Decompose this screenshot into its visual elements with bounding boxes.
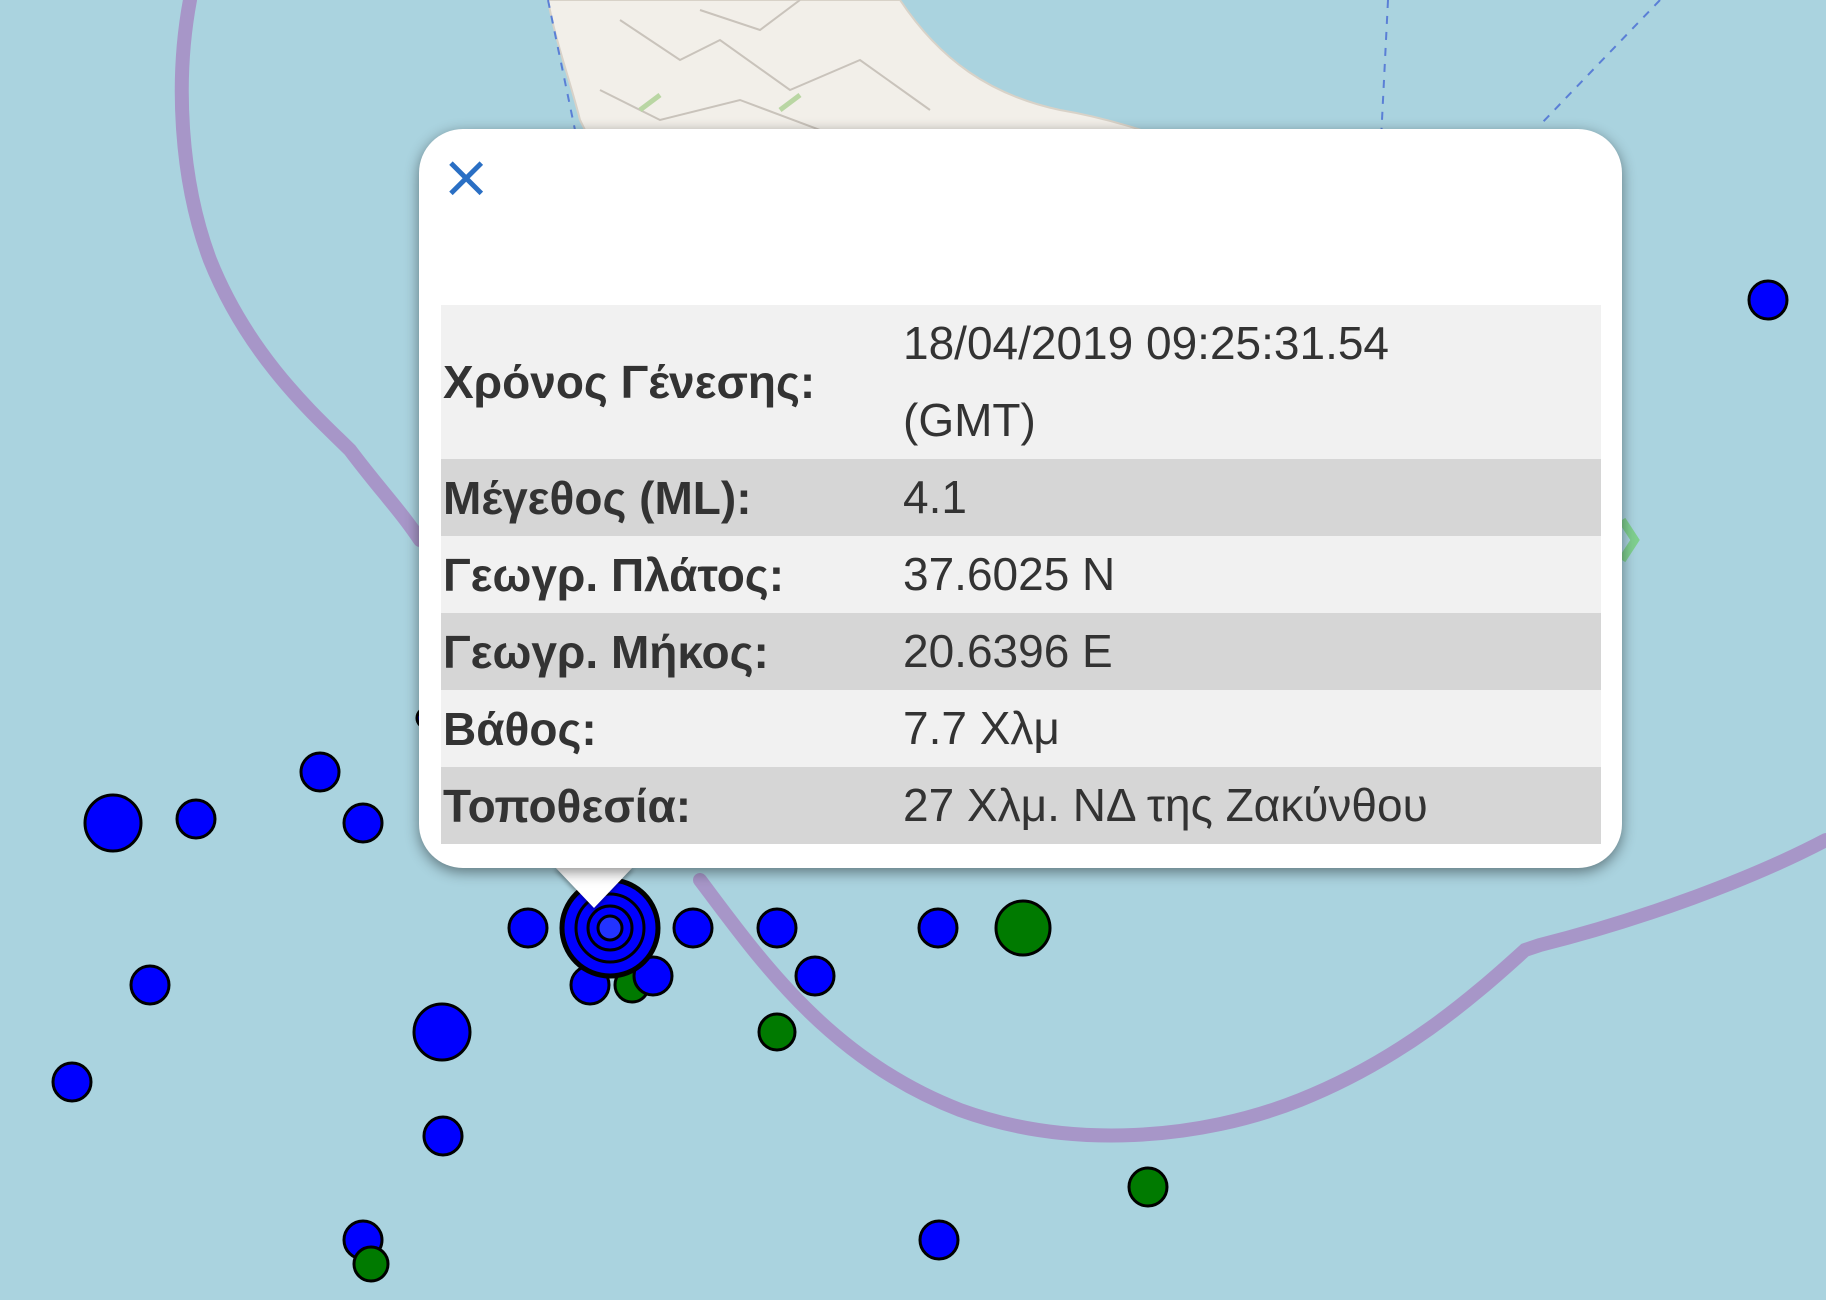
- origin-time-label: Χρόνος Γένεσης:: [443, 356, 816, 408]
- table-row: Χρόνος Γένεσης: 18/04/2019 09:25:31.54 (…: [441, 305, 1601, 459]
- blue-earthquake-marker[interactable]: [175, 798, 217, 840]
- latitude-label: Γεωγρ. Πλάτος:: [443, 548, 785, 601]
- green-earthquake-marker[interactable]: [1127, 1166, 1169, 1208]
- blue-earthquake-marker[interactable]: [83, 793, 143, 853]
- blue-earthquake-marker[interactable]: [1747, 279, 1789, 321]
- location-value: 27 Χλμ. ΝΔ της Ζακύνθου: [903, 779, 1428, 831]
- blue-earthquake-marker[interactable]: [129, 964, 171, 1006]
- blue-earthquake-marker[interactable]: [412, 1002, 472, 1062]
- table-row: Μέγεθος (ML): 4.1: [441, 459, 1601, 536]
- blue-earthquake-marker[interactable]: [672, 907, 714, 949]
- popup-tip: [554, 866, 634, 908]
- table-row: Γεωγρ. Πλάτος: 37.6025 N: [441, 536, 1601, 613]
- origin-time-zone: (GMT): [903, 394, 1036, 446]
- map-view[interactable]: × Αναθεωρημένη Λύση Χρόνος Γένεσης: 18/0…: [0, 0, 1826, 1300]
- green-earthquake-marker[interactable]: [757, 1012, 797, 1052]
- table-row: Γεωγρ. Μήκος: 20.6396 E: [441, 613, 1601, 690]
- info-table: Χρόνος Γένεσης: 18/04/2019 09:25:31.54 (…: [441, 305, 1601, 844]
- blue-earthquake-marker[interactable]: [422, 1115, 464, 1157]
- blue-earthquake-marker[interactable]: [756, 907, 798, 949]
- longitude-label: Γεωγρ. Μήκος:: [443, 625, 769, 678]
- blue-earthquake-marker[interactable]: [917, 907, 959, 949]
- magnitude-label: Μέγεθος (ML):: [443, 471, 752, 524]
- green-shore-mark: [1618, 517, 1640, 563]
- origin-time-date: 18/04/2019 09:25:31.54: [903, 317, 1390, 369]
- blue-earthquake-marker[interactable]: [507, 907, 549, 949]
- blue-earthquake-marker[interactable]: [342, 802, 384, 844]
- table-row: Τοποθεσία: 27 Χλμ. ΝΔ της Ζακύνθου: [441, 767, 1601, 844]
- close-icon[interactable]: ×: [441, 147, 491, 207]
- green-earthquake-marker[interactable]: [352, 1245, 390, 1283]
- selected-marker-ring[interactable]: [596, 914, 624, 942]
- location-label: Τοποθεσία:: [443, 779, 692, 832]
- blue-earthquake-marker[interactable]: [918, 1219, 960, 1261]
- blue-earthquake-marker[interactable]: [51, 1061, 93, 1103]
- blue-earthquake-marker[interactable]: [794, 955, 836, 997]
- magnitude-value: 4.1: [903, 471, 967, 523]
- green-earthquake-marker[interactable]: [994, 899, 1052, 957]
- depth-label: Βάθος:: [443, 702, 597, 755]
- latitude-value: 37.6025 N: [903, 548, 1116, 600]
- table-row: Βάθος: 7.7 Χλμ: [441, 690, 1601, 767]
- blue-earthquake-marker[interactable]: [299, 751, 341, 793]
- depth-value: 7.7 Χλμ: [903, 702, 1060, 754]
- origin-time-value: 18/04/2019 09:25:31.54 (GMT): [903, 305, 1601, 459]
- longitude-value: 20.6396 E: [903, 625, 1113, 677]
